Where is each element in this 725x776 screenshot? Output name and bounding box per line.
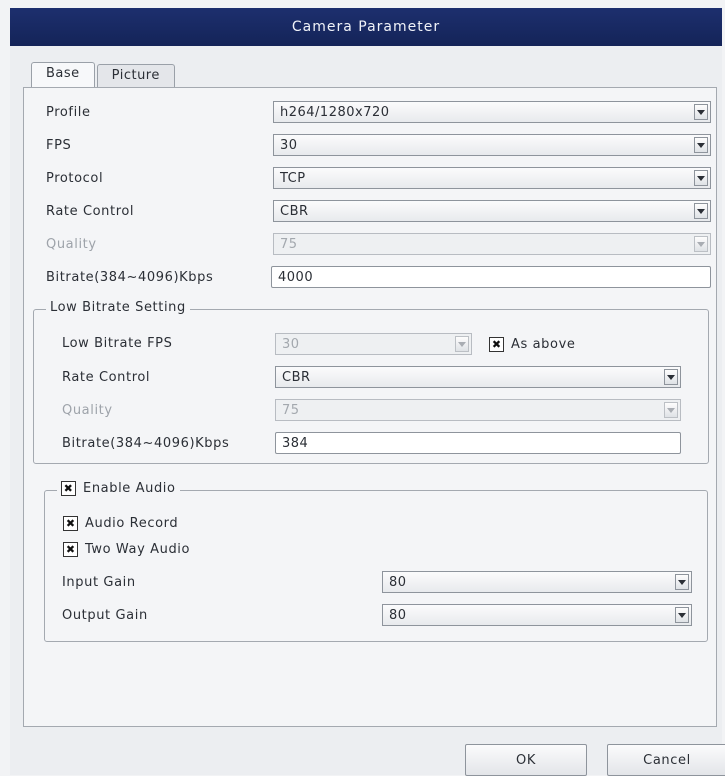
enable-audio-checkbox[interactable]: ✖ Enable Audio: [57, 481, 180, 496]
fps-label: FPS: [46, 137, 72, 153]
output-gain-row: Output Gain: [62, 603, 148, 627]
fps-value: 30: [280, 138, 298, 153]
window-title-bar: Camera Parameter: [10, 8, 722, 46]
cancel-button[interactable]: Cancel: [607, 744, 725, 776]
quality-row: Quality: [46, 232, 97, 256]
tab-bar: Base Picture: [31, 62, 177, 87]
quality-value: 75: [280, 237, 298, 252]
audio-record-checkbox[interactable]: ✖ Audio Record: [63, 511, 178, 535]
low-fps-label: Low Bitrate FPS: [62, 335, 173, 351]
protocol-select[interactable]: TCP: [273, 167, 711, 189]
input-gain-value: 80: [389, 575, 407, 590]
low-rate-control-row: Rate Control: [62, 365, 150, 389]
checkbox-checked-icon[interactable]: ✖: [63, 541, 78, 557]
protocol-label: Protocol: [46, 170, 104, 186]
input-gain-label: Input Gain: [62, 574, 136, 590]
enable-audio-label: Enable Audio: [83, 481, 176, 496]
low-bitrate-group: Low Bitrate Setting Low Bitrate FPS 30 ✖…: [33, 300, 709, 464]
as-above-checkbox[interactable]: ✖ As above: [489, 332, 575, 356]
profile-select[interactable]: h264/1280x720: [273, 101, 711, 123]
tab-base[interactable]: Base: [31, 62, 95, 87]
low-quality-value: 75: [282, 403, 300, 418]
input-gain-select[interactable]: 80: [382, 571, 692, 593]
chevron-down-icon: [455, 336, 469, 352]
low-rate-control-value: CBR: [282, 370, 311, 385]
bitrate-row: Bitrate(384~4096)Kbps: [46, 265, 213, 289]
profile-label: Profile: [46, 104, 91, 120]
low-quality-select: 75: [275, 399, 681, 421]
rate-control-label: Rate Control: [46, 203, 135, 219]
checkbox-checked-icon[interactable]: ✖: [63, 515, 78, 531]
quality-label: Quality: [46, 236, 97, 252]
low-bitrate-legend: Low Bitrate Setting: [46, 300, 190, 315]
low-quality-row: Quality: [62, 398, 113, 422]
bitrate-label: Bitrate(384~4096)Kbps: [46, 269, 214, 285]
chevron-down-icon[interactable]: [675, 607, 689, 623]
two-way-audio-label: Two Way Audio: [85, 541, 191, 557]
rate-control-select[interactable]: CBR: [273, 200, 711, 222]
audio-record-label: Audio Record: [85, 515, 179, 531]
chevron-down-icon: [694, 236, 708, 252]
output-gain-value: 80: [389, 608, 407, 623]
low-rate-control-label: Rate Control: [62, 369, 151, 385]
chevron-down-icon[interactable]: [664, 369, 678, 385]
camera-parameter-dialog: Base Picture Profile h264/1280x720 FPS 3…: [10, 46, 725, 776]
checkbox-checked-icon[interactable]: ✖: [489, 336, 504, 352]
low-fps-row: Low Bitrate FPS: [62, 331, 172, 355]
chevron-down-icon: [664, 402, 678, 418]
chevron-down-icon[interactable]: [694, 170, 708, 186]
fps-select[interactable]: 30: [273, 134, 711, 156]
profile-row: Profile: [46, 100, 91, 124]
fps-row: FPS: [46, 133, 71, 157]
low-bitrate-legend-text: Low Bitrate Setting: [50, 300, 186, 315]
two-way-audio-checkbox[interactable]: ✖ Two Way Audio: [63, 537, 190, 561]
low-bitrate-row: Bitrate(384~4096)Kbps: [62, 431, 229, 455]
protocol-row: Protocol: [46, 166, 103, 190]
low-bitrate-label: Bitrate(384~4096)Kbps: [62, 435, 230, 451]
rate-control-value: CBR: [280, 204, 309, 219]
as-above-label: As above: [511, 336, 576, 352]
low-bitrate-input[interactable]: 384: [275, 432, 681, 454]
low-fps-value: 30: [282, 337, 300, 352]
output-gain-select[interactable]: 80: [382, 604, 692, 626]
checkbox-checked-icon[interactable]: ✖: [61, 481, 76, 496]
base-panel: Profile h264/1280x720 FPS 30 Protocol TC…: [23, 87, 717, 727]
quality-select: 75: [273, 233, 711, 255]
rate-control-row: Rate Control: [46, 199, 134, 223]
bitrate-input[interactable]: 4000: [271, 266, 711, 288]
ok-button[interactable]: OK: [465, 744, 587, 776]
low-rate-control-select[interactable]: CBR: [275, 366, 681, 388]
input-gain-row: Input Gain: [62, 570, 136, 594]
profile-value: h264/1280x720: [280, 105, 390, 120]
output-gain-label: Output Gain: [62, 607, 148, 623]
protocol-value: TCP: [280, 171, 306, 186]
window-title: Camera Parameter: [291, 19, 441, 35]
low-bitrate-value: 384: [282, 436, 309, 451]
chevron-down-icon[interactable]: [694, 203, 708, 219]
chevron-down-icon[interactable]: [675, 574, 689, 590]
bitrate-value: 4000: [278, 270, 314, 285]
low-quality-label: Quality: [62, 402, 113, 418]
chevron-down-icon[interactable]: [694, 137, 708, 153]
tab-picture[interactable]: Picture: [96, 64, 175, 87]
chevron-down-icon[interactable]: [694, 104, 708, 120]
audio-group: ✖ Enable Audio ✖ Audio Record ✖ Two Way …: [44, 481, 708, 642]
low-fps-select: 30: [275, 333, 472, 355]
